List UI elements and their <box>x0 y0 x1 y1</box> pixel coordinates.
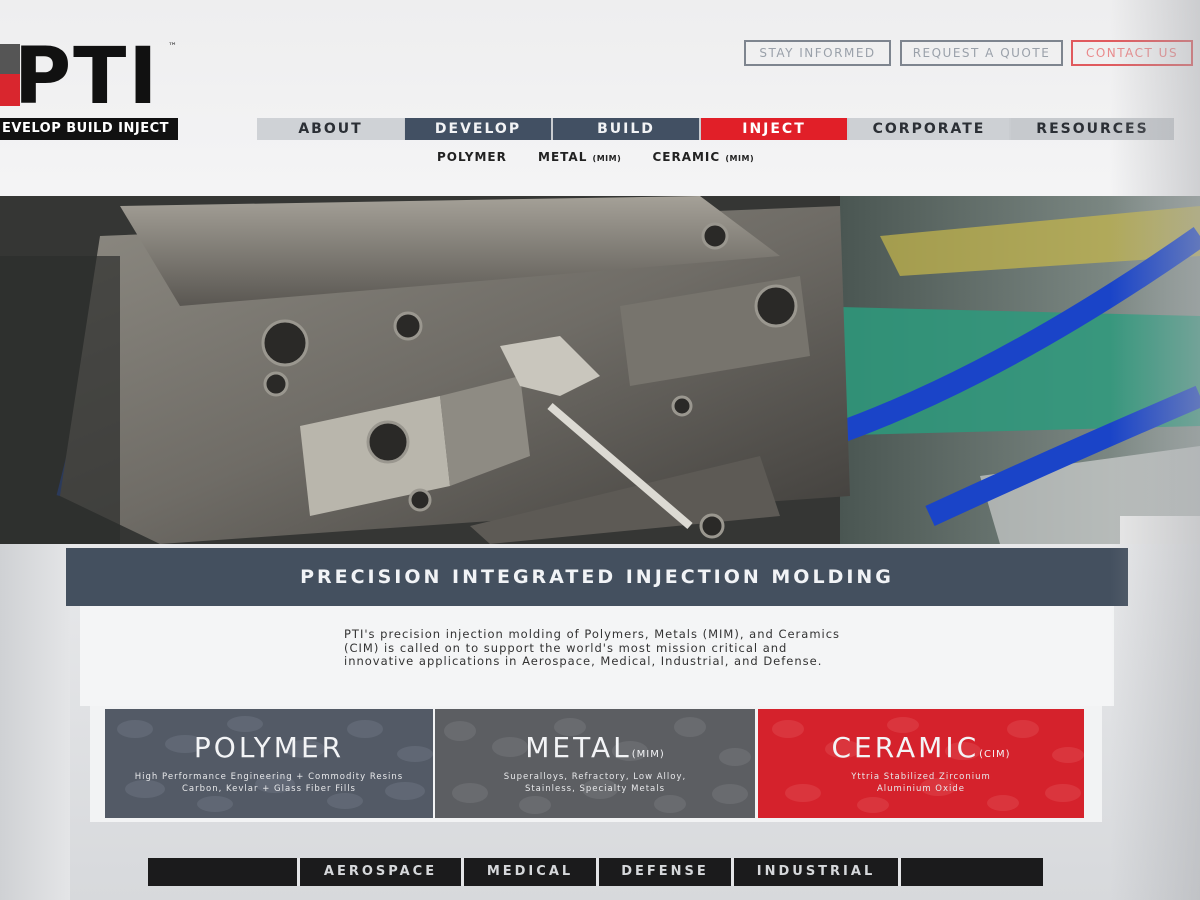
nav-item-develop[interactable]: DEVELOP <box>405 118 551 140</box>
subnav-metal-label: METAL <box>538 150 588 164</box>
industry-blank-right <box>901 858 1043 886</box>
injection-mold-photo-icon <box>0 196 1200 544</box>
industry-medical[interactable]: MEDICAL <box>464 858 599 886</box>
polymer-subtitle: High Performance Engineering + Commodity… <box>105 771 433 795</box>
left-shadow <box>0 540 70 900</box>
ceramic-title: CERAMIC(CIM) <box>758 731 1084 764</box>
ceramic-title-suffix: (CIM) <box>979 749 1011 760</box>
trademark-symbol: ™ <box>168 42 177 52</box>
main-nav: ABOUT DEVELOP BUILD INJECT CORPORATE RES… <box>257 118 1174 140</box>
subnav-ceramic-suffix: (MIM) <box>725 154 755 163</box>
logo-wordmark: PTI <box>14 32 160 122</box>
industry-defense[interactable]: DEFENSE <box>599 858 734 886</box>
metal-line-2: Stainless, Specialty Metals <box>524 784 666 794</box>
polymer-title: POLYMER <box>193 731 345 764</box>
subnav-ceramic-label: CERAMIC <box>652 150 721 164</box>
sub-nav: POLYMER METAL (MIM) CERAMIC (MIM) <box>437 150 780 166</box>
polymer-line-2: Carbon, Kevlar + Glass Fiber Fills <box>182 784 356 794</box>
ceramic-line-2: Aluminium Oxide <box>876 784 966 794</box>
industry-blank-left <box>148 858 300 886</box>
polymer-tile[interactable]: POLYMER High Performance Engineering + C… <box>105 709 433 818</box>
nav-item-about[interactable]: ABOUT <box>257 118 404 140</box>
subnav-ceramic[interactable]: CERAMIC (MIM) <box>652 150 754 164</box>
page-title-banner: PRECISION INTEGRATED INJECTION MOLDING <box>66 548 1128 606</box>
metal-title: METAL(MIM) <box>435 731 755 764</box>
intro-description: PTI's precision injection molding of Pol… <box>344 627 841 668</box>
industry-nav: AEROSPACE MEDICAL DEFENSE INDUSTRIAL <box>148 858 1043 886</box>
industry-aerospace[interactable]: AEROSPACE <box>300 858 464 886</box>
ceramic-line-1: Yttria Stabilized Zirconium <box>851 772 991 782</box>
subnav-polymer[interactable]: POLYMER <box>437 150 507 164</box>
ceramic-subtitle: Yttria Stabilized Zirconium Aluminium Ox… <box>758 771 1084 795</box>
ceramic-tile[interactable]: CERAMIC(CIM) Yttria Stabilized Zirconium… <box>758 709 1084 818</box>
right-shadow <box>1110 0 1200 900</box>
polymer-line-1: High Performance Engineering + Commodity… <box>134 772 404 782</box>
metal-line-1: Superalloys, Refractory, Low Alloy, <box>503 772 687 782</box>
nav-item-inject[interactable]: INJECT <box>701 118 847 140</box>
metal-title-suffix: (MIM) <box>631 749 665 760</box>
pti-logo[interactable]: PTI ™ EVELOP BUILD INJECT <box>0 38 185 140</box>
request-quote-button[interactable]: REQUEST A QUOTE <box>900 40 1063 66</box>
metal-tile[interactable]: METAL(MIM) Superalloys, Refractory, Low … <box>435 709 755 818</box>
metal-subtitle: Superalloys, Refractory, Low Alloy, Stai… <box>435 771 755 795</box>
logo-tagline: EVELOP BUILD INJECT <box>0 118 178 140</box>
nav-item-build[interactable]: BUILD <box>553 118 699 140</box>
nav-item-corporate[interactable]: CORPORATE <box>849 118 1009 140</box>
hero-image <box>0 196 1200 544</box>
industry-industrial[interactable]: INDUSTRIAL <box>734 858 901 886</box>
subnav-metal-suffix: (MIM) <box>592 154 622 163</box>
stay-informed-button[interactable]: STAY INFORMED <box>744 40 891 66</box>
ceramic-title-label: CERAMIC <box>831 731 980 764</box>
subnav-metal[interactable]: METAL (MIM) <box>538 150 621 164</box>
metal-title-label: METAL <box>525 731 632 764</box>
